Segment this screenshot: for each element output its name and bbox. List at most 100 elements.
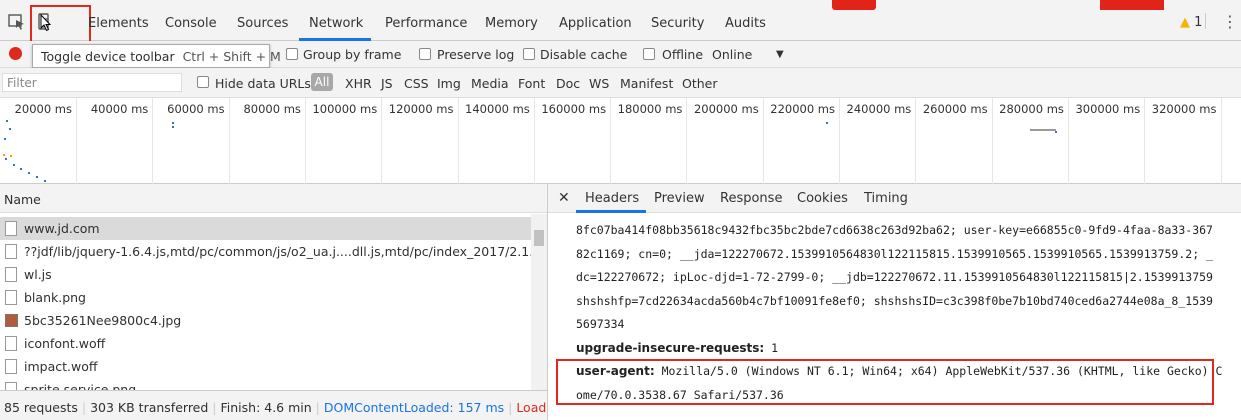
warning-count: 1 xyxy=(1194,15,1203,30)
header-line: dc=122270672; ipLoc-djd=1-72-2799-0; __j… xyxy=(576,270,1213,284)
filter-ws[interactable]: WS xyxy=(589,76,609,91)
timeline-request-mark xyxy=(28,172,30,174)
request-name: blank.png xyxy=(24,290,86,305)
timeline-request-mark xyxy=(4,138,6,140)
filter-input[interactable]: Filter xyxy=(2,73,182,92)
transferred-size: 303 KB transferred xyxy=(90,400,209,415)
tab-performance[interactable]: Performance xyxy=(385,16,467,31)
request-list-scrollbar[interactable] xyxy=(531,214,547,390)
group-by-frame-checkbox[interactable] xyxy=(286,48,298,60)
filter-xhr[interactable]: XHR xyxy=(345,76,372,91)
name-column-header[interactable]: Name xyxy=(0,184,547,213)
timeline-gridline xyxy=(991,98,993,184)
filter-all-button[interactable]: All xyxy=(311,73,333,91)
throttling-select[interactable]: Online xyxy=(712,47,752,62)
tab-security[interactable]: Security xyxy=(651,16,704,31)
image-icon xyxy=(5,314,18,327)
header-value: shshshfp=7cd22634acda560b4c7bf10091fe8ef… xyxy=(576,293,1213,308)
timeline-gridline xyxy=(457,98,459,184)
timeline-request-mark xyxy=(3,154,5,156)
status-bar: 85 requests | 303 KB transferred | Finis… xyxy=(0,390,547,420)
tab-memory[interactable]: Memory xyxy=(485,16,538,31)
request-row[interactable]: wl.js xyxy=(0,263,531,286)
timeline-gridline xyxy=(1067,98,1069,184)
header-line: 8fc07ba414f08bb35618c9432fbc35bc2bde7cd6… xyxy=(576,223,1213,237)
timeline-gridline xyxy=(762,98,764,184)
filter-css[interactable]: CSS xyxy=(404,76,429,91)
filter-js[interactable]: JS xyxy=(381,76,393,91)
filter-doc[interactable]: Doc xyxy=(556,76,580,91)
filter-media[interactable]: Media xyxy=(471,76,509,91)
request-row[interactable]: impact.woff xyxy=(0,355,531,378)
header-line: shshshfp=7cd22634acda560b4c7bf10091fe8ef… xyxy=(576,294,1213,308)
hide-data-urls-checkbox[interactable] xyxy=(197,76,209,88)
filter-img[interactable]: Img xyxy=(437,76,461,91)
request-row[interactable]: iconfont.woff xyxy=(0,332,531,355)
timeline-request-mark xyxy=(826,122,828,124)
timeline-tick-label: 220000 ms xyxy=(770,102,835,116)
tab-application[interactable]: Application xyxy=(559,16,632,31)
request-list-pane: Name www.jd.com ??jdf/lib/jquery-1.6.4.js… xyxy=(0,184,548,420)
script-icon xyxy=(5,267,17,282)
tab-headers[interactable]: Headers xyxy=(585,191,639,206)
request-name: impact.woff xyxy=(24,359,98,374)
warnings-indicator[interactable]: ▲ 1 xyxy=(1180,15,1202,30)
timeline-gridline xyxy=(610,98,612,184)
preserve-log-checkbox[interactable] xyxy=(419,48,431,60)
highlight-user-agent xyxy=(556,359,1214,405)
tab-elements[interactable]: Elements xyxy=(88,16,149,31)
tab-preview[interactable]: Preview xyxy=(654,191,705,206)
tab-console[interactable]: Console xyxy=(165,16,217,31)
timeline-request-mark xyxy=(20,168,22,170)
tab-sources[interactable]: Sources xyxy=(237,16,288,31)
timeline-gridline xyxy=(686,98,688,184)
timeline-tick-label: 280000 ms xyxy=(999,102,1064,116)
request-row[interactable]: blank.png xyxy=(0,286,531,309)
file-icon xyxy=(5,290,17,305)
device-toolbar-tooltip: Toggle device toolbar Ctrl + Shift + M xyxy=(32,44,281,68)
filter-manifest[interactable]: Manifest xyxy=(620,76,673,91)
hide-data-urls-label: Hide data URLs xyxy=(215,76,311,91)
tab-timing[interactable]: Timing xyxy=(864,191,908,206)
group-by-frame-label: Group by frame xyxy=(303,47,402,62)
tooltip-shortcut: Ctrl + Shift + M xyxy=(182,49,281,64)
scrollbar-thumb[interactable] xyxy=(534,230,544,246)
timeline-gridline xyxy=(1220,98,1222,184)
timeline-tick-label: 140000 ms xyxy=(465,102,530,116)
timeline-tick-label: 240000 ms xyxy=(846,102,912,116)
close-icon[interactable]: ✕ xyxy=(558,190,570,206)
request-name: wl.js xyxy=(24,267,52,282)
timeline-gridline xyxy=(304,98,306,184)
timeline-tick-label: 300000 ms xyxy=(1075,102,1141,116)
request-row[interactable]: www.jd.com xyxy=(0,217,531,240)
chevron-down-icon[interactable]: ▼ xyxy=(776,49,784,60)
request-row[interactable]: ??jdf/lib/jquery-1.6.4.js,mtd/pc/common/… xyxy=(0,240,531,263)
request-name: ??jdf/lib/jquery-1.6.4.js,mtd/pc/common/… xyxy=(24,244,531,259)
header-value: 1 xyxy=(771,340,779,355)
timeline-tick-label: 100000 ms xyxy=(312,102,378,116)
tab-network[interactable]: Network xyxy=(309,16,363,31)
timeline-request-mark xyxy=(36,176,38,178)
record-icon[interactable] xyxy=(9,47,22,60)
timeline-tick-label: 180000 ms xyxy=(617,102,683,116)
disable-cache-checkbox[interactable] xyxy=(523,48,535,60)
tab-response[interactable]: Response xyxy=(720,191,782,206)
filter-font[interactable]: Font xyxy=(518,76,545,91)
load-time: Load: xyxy=(516,400,547,415)
timeline-tick-label: 320000 ms xyxy=(1151,102,1217,116)
filter-bar: Filter Hide data URLs All XHR JS CSS Img… xyxy=(0,68,1241,98)
inspect-element-icon[interactable] xyxy=(8,13,26,31)
timeline-tick-label: 60000 ms xyxy=(167,102,225,116)
more-options-icon[interactable]: ⋮ xyxy=(1222,12,1238,31)
timeline-request-bar xyxy=(1030,129,1056,131)
script-icon xyxy=(5,244,17,259)
tab-audits[interactable]: Audits xyxy=(725,16,766,31)
offline-checkbox[interactable] xyxy=(643,48,655,60)
network-overview[interactable]: 20000 ms 40000 ms 60000 ms 80000 ms 100000 m… xyxy=(0,98,1241,184)
tab-cookies[interactable]: Cookies xyxy=(797,191,848,206)
header-value: dc=122270672; ipLoc-djd=1-72-2799-0; __j… xyxy=(576,270,1213,284)
request-row[interactable]: 5bc35261Nee9800c4.jpg xyxy=(0,309,531,332)
filter-other[interactable]: Other xyxy=(682,76,718,91)
page-banner xyxy=(1100,0,1164,10)
timeline-request-mark xyxy=(172,126,174,128)
